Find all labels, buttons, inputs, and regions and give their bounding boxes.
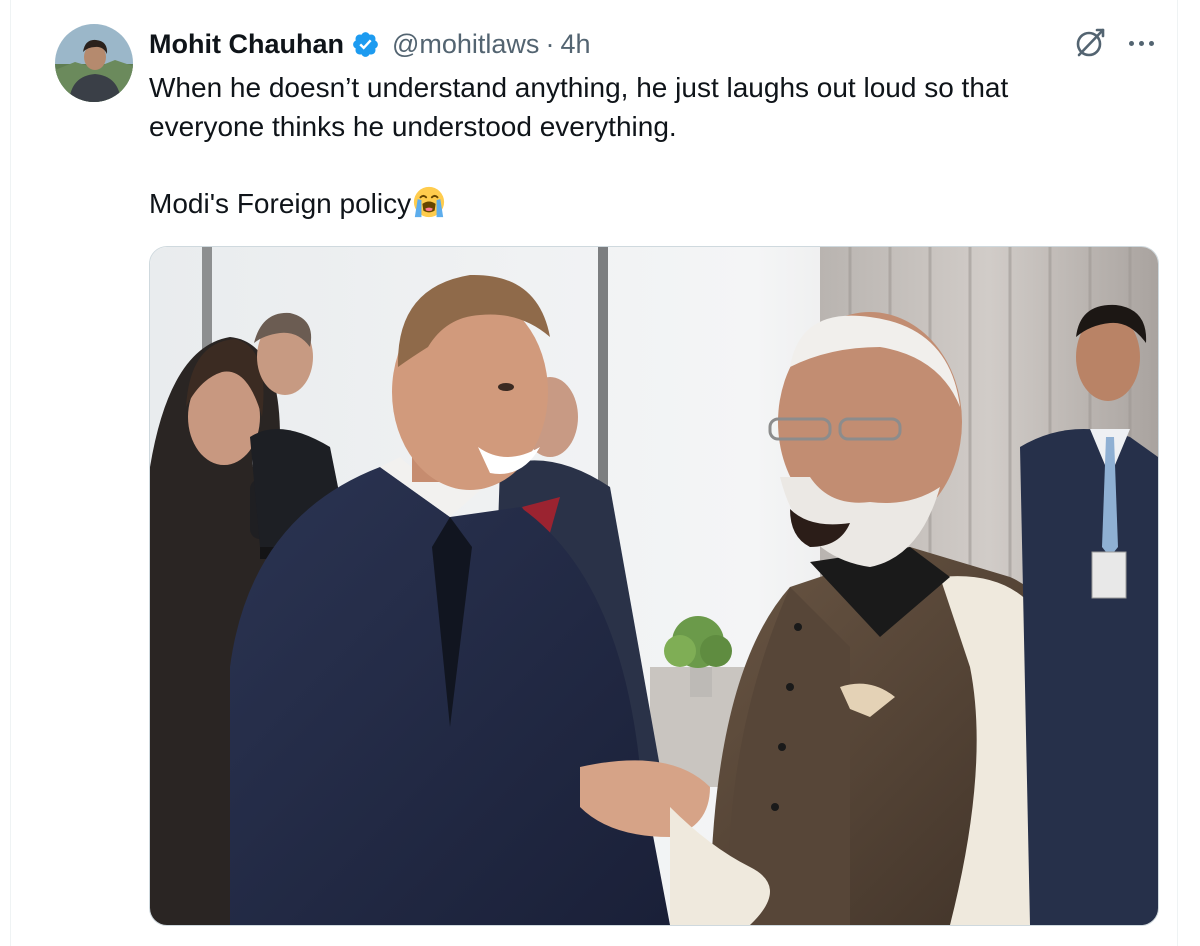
more-icon[interactable]: [1123, 26, 1159, 60]
author-avatar[interactable]: [55, 24, 133, 102]
tweet-text: When he doesn’t understand anything, he …: [149, 68, 1149, 223]
author-handle[interactable]: @mohitlaws: [392, 29, 539, 60]
tweet-text-line: Modi's Foreign policy: [149, 184, 1149, 223]
grok-icon[interactable]: [1073, 26, 1107, 60]
tweet-media-photo[interactable]: [149, 246, 1159, 926]
tweet-card[interactable]: Mohit Chauhan @mohitlaws · 4h When he do…: [10, 0, 1178, 946]
photo-image: [150, 247, 1158, 925]
tweet-text-line: When he doesn’t understand anything, he …: [149, 72, 1009, 103]
tweet-text-line: everyone thinks he understood everything…: [149, 111, 677, 142]
author-name[interactable]: Mohit Chauhan: [149, 29, 344, 60]
tweet-timestamp[interactable]: 4h: [560, 29, 590, 60]
tweet-text-span: Modi's Foreign policy: [149, 188, 412, 219]
verified-badge-icon: [353, 31, 378, 57]
loudly-crying-face-icon: [414, 186, 445, 218]
avatar-image: [55, 24, 133, 102]
separator-dot: ·: [545, 28, 555, 59]
tweet-header: Mohit Chauhan @mohitlaws · 4h: [149, 26, 590, 62]
